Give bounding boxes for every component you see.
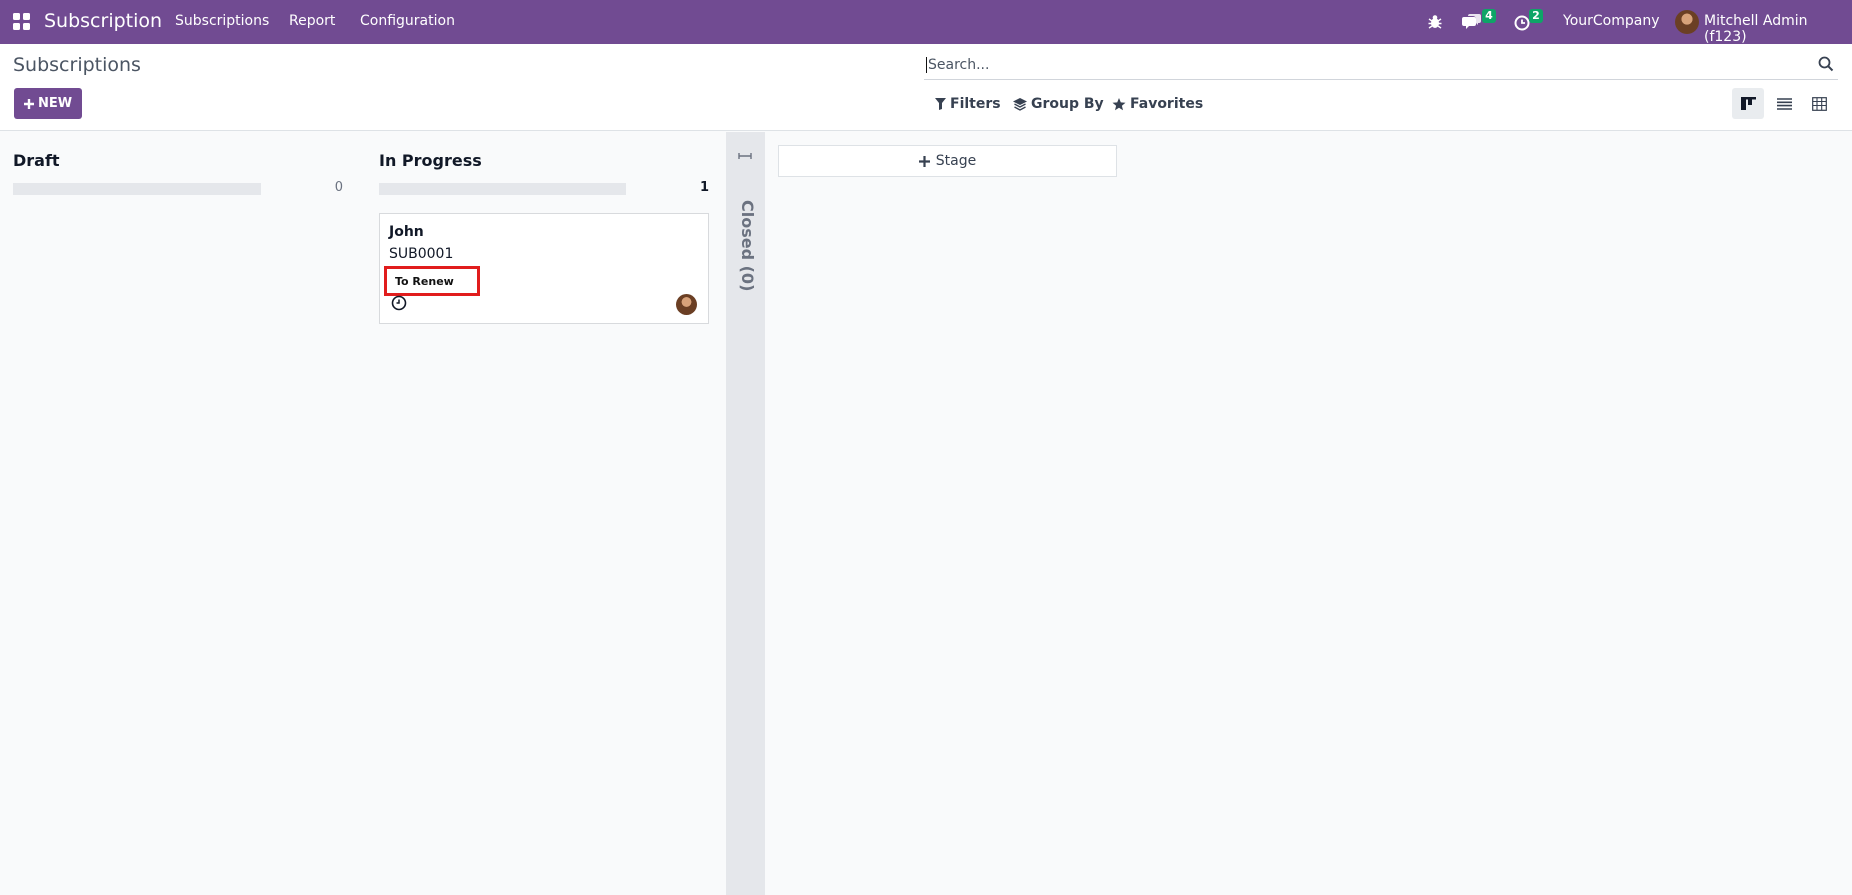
search-caret [926, 57, 927, 73]
kanban-board: Draft 0 In Progress 1 John SUB0001 To Re… [0, 132, 1852, 895]
menu-configuration[interactable]: Configuration [360, 13, 455, 29]
kanban-view-button[interactable] [1732, 88, 1764, 119]
favorites-label: Favorites [1130, 96, 1204, 112]
filter-icon [935, 98, 946, 110]
layers-icon [1013, 97, 1027, 111]
menu-subscriptions[interactable]: Subscriptions [175, 13, 269, 29]
breadcrumb: Subscriptions [13, 54, 141, 76]
group-by-button[interactable]: Group By [1013, 94, 1104, 114]
new-button[interactable]: NEW [14, 88, 82, 119]
activity-clock-icon[interactable] [391, 295, 407, 311]
progress-bar-draft[interactable] [13, 183, 261, 195]
favorites-button[interactable]: Favorites [1112, 94, 1203, 114]
search-bar[interactable] [924, 50, 1838, 80]
progress-bar-in-progress[interactable] [379, 183, 626, 195]
folded-column-closed[interactable]: Closed (0) [726, 132, 765, 895]
activities-badge: 2 [1529, 9, 1543, 23]
column-count-draft: 0 [334, 180, 343, 195]
column-title-draft[interactable]: Draft [13, 151, 60, 170]
card-avatar[interactable] [676, 294, 697, 315]
company-switcher[interactable]: YourCompany [1563, 13, 1660, 29]
column-title-in-progress[interactable]: In Progress [379, 151, 482, 170]
plus-icon [918, 155, 930, 167]
pivot-view-button[interactable] [1803, 88, 1835, 119]
filters-label: Filters [950, 96, 1001, 112]
list-view-button[interactable] [1768, 88, 1800, 119]
app-title[interactable]: Subscription [44, 10, 162, 32]
group-by-label: Group By [1031, 96, 1104, 112]
new-button-label: NEW [37, 96, 73, 111]
search-input[interactable] [928, 54, 1788, 76]
card-tag-highlight: To Renew [384, 266, 480, 296]
card-customer-name: John [389, 224, 424, 240]
star-icon [1112, 97, 1126, 110]
filters-button[interactable]: Filters [935, 94, 1001, 114]
folded-column-label: Closed (0) [738, 200, 757, 292]
card-tag-label: To Renew [395, 275, 454, 288]
chat-icon[interactable] [1462, 11, 1482, 33]
apps-menu-icon[interactable] [13, 13, 30, 30]
search-icon[interactable] [1818, 56, 1834, 72]
pivot-view-icon [1811, 96, 1827, 111]
plus-icon [23, 98, 34, 109]
kanban-view-icon [1740, 97, 1756, 110]
add-stage-button[interactable]: Stage [778, 145, 1117, 177]
card-reference: SUB0001 [389, 246, 454, 262]
top-navbar: Subscription Subscriptions Report Config… [0, 0, 1852, 45]
add-stage-label: Stage [935, 153, 977, 169]
kanban-card[interactable]: John SUB0001 To Renew [379, 213, 709, 324]
column-count-in-progress: 1 [699, 180, 709, 195]
bug-icon[interactable] [1427, 11, 1443, 33]
user-menu[interactable]: Mitchell Admin (f123) [1704, 13, 1852, 45]
messages-badge: 4 [1482, 9, 1496, 23]
menu-report[interactable]: Report [289, 13, 335, 29]
unfold-arrows-icon [738, 153, 752, 159]
user-avatar[interactable] [1675, 10, 1699, 34]
list-view-icon [1776, 97, 1792, 110]
control-panel: Subscriptions NEW Filters Group By Favor… [0, 44, 1852, 131]
